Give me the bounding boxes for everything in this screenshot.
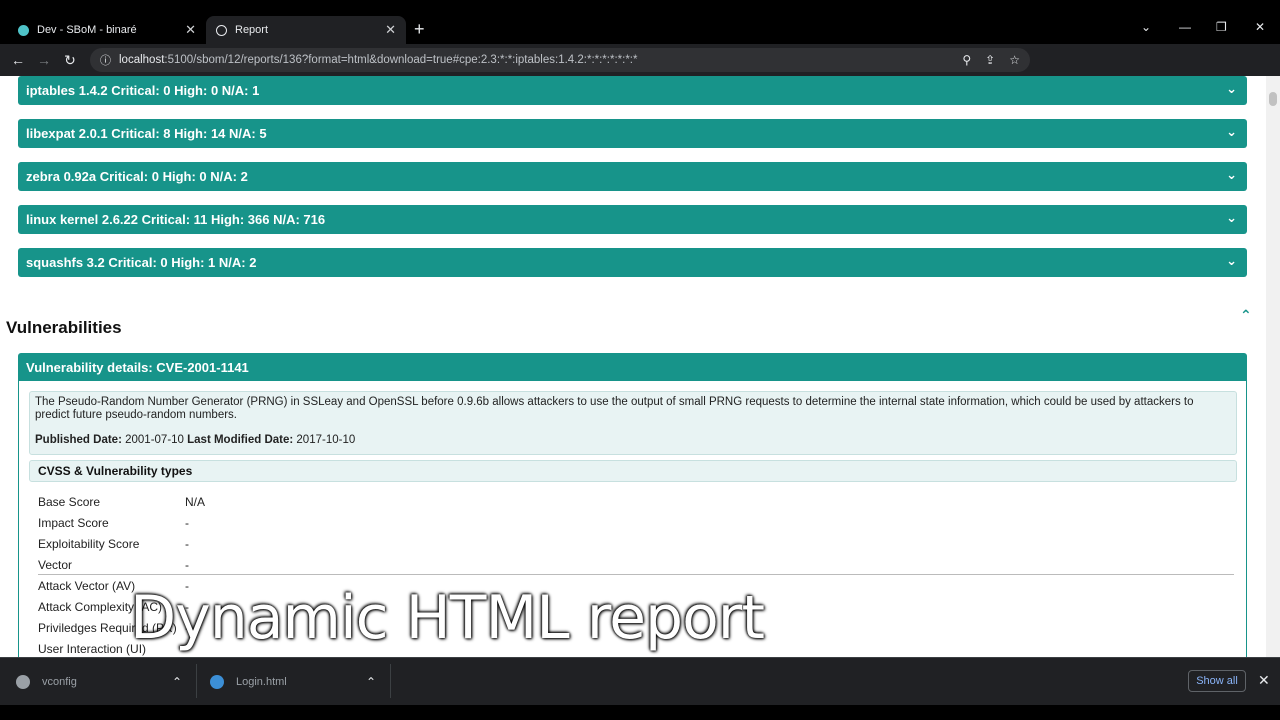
- url-text: localhost:5100/sbom/12/reports/136?forma…: [119, 54, 638, 66]
- edge-icon: [210, 675, 224, 689]
- globe-icon: [216, 24, 227, 36]
- show-all-button[interactable]: Show all: [1188, 670, 1246, 692]
- page-scrollbar[interactable]: [1266, 76, 1280, 657]
- chevron-down-icon: ⌄: [1226, 81, 1237, 96]
- report-page: iptables 1.4.2 Critical: 0 High: 0 N/A: …: [0, 76, 1280, 657]
- screen-edge: [0, 705, 1280, 720]
- cvss-section-header[interactable]: CVSS & Vulnerability types: [29, 460, 1237, 482]
- chevron-down-icon: ⌄: [1226, 253, 1237, 268]
- component-label: zebra 0.92a Critical: 0 High: 0 N/A: 2: [26, 169, 248, 184]
- chevron-down-icon: ⌄: [1226, 124, 1237, 139]
- app-favicon-icon: [18, 24, 29, 36]
- component-accordion-zebra[interactable]: zebra 0.92a Critical: 0 High: 0 N/A: 2 ⌄: [18, 162, 1247, 191]
- chevron-up-icon[interactable]: ⌃: [366, 675, 376, 689]
- component-accordion-libexpat[interactable]: libexpat 2.0.1 Critical: 8 High: 14 N/A:…: [18, 119, 1247, 148]
- chevron-up-icon[interactable]: ⌃: [172, 675, 182, 689]
- tab-title: Report: [235, 24, 269, 36]
- component-label: squashfs 3.2 Critical: 0 High: 1 N/A: 2: [26, 255, 257, 270]
- new-tab-icon[interactable]: +: [414, 19, 425, 40]
- divider: [38, 574, 1234, 575]
- close-tab-icon[interactable]: ✕: [385, 22, 396, 38]
- browser-toolbar: ← → ↻ ⓘ localhost:5100/sbom/12/reports/1…: [0, 44, 1280, 111]
- download-name: vconfig: [42, 676, 77, 688]
- browser-window: Dev - SBoM - binaré ✕ Report ✕ + ⌄ — ❐ ✕…: [0, 0, 1280, 720]
- table-row: Vector -: [38, 558, 189, 572]
- back-icon[interactable]: ←: [5, 52, 31, 68]
- published-label: Published Date:: [35, 434, 122, 446]
- description-text: The Pseudo-Random Number Generator (PRNG…: [35, 396, 1194, 421]
- video-caption: Dynamic HTML report: [130, 583, 765, 653]
- downloads-bar: vconfig ⌃ Login.html ⌃ Show all ✕: [0, 657, 1280, 705]
- chevron-up-icon[interactable]: ⌃: [1240, 307, 1252, 324]
- download-item-login[interactable]: Login.html ⌃: [210, 672, 380, 692]
- chevron-down-icon: ⌄: [1226, 210, 1237, 225]
- description-box: The Pseudo-Random Number Generator (PRNG…: [29, 391, 1237, 455]
- dates-line: Published Date: 2001-07-10 Last Modified…: [35, 434, 355, 447]
- close-tab-icon[interactable]: ✕: [185, 22, 196, 38]
- modified-label: Last Modified Date:: [187, 434, 294, 446]
- component-accordion-linux-kernel[interactable]: linux kernel 2.6.22 Critical: 11 High: 3…: [18, 205, 1247, 234]
- table-row: Impact Score -: [38, 516, 189, 530]
- file-icon: [16, 675, 30, 689]
- close-icon[interactable]: ✕: [1258, 672, 1270, 689]
- divider: [196, 664, 197, 698]
- published-value: 2001-07-10: [125, 434, 184, 446]
- tab-dev-sbom[interactable]: Dev - SBoM - binaré ✕: [8, 16, 206, 44]
- component-label: iptables 1.4.2 Critical: 0 High: 0 N/A: …: [26, 83, 260, 98]
- tab-search-icon[interactable]: ⌄: [1141, 20, 1151, 34]
- table-row: Base Score N/A: [38, 495, 206, 509]
- zoom-icon[interactable]: ⚲: [962, 53, 971, 67]
- component-label: libexpat 2.0.1 Critical: 8 High: 14 N/A:…: [26, 126, 267, 141]
- address-bar[interactable]: ⓘ localhost:5100/sbom/12/reports/136?for…: [90, 48, 1030, 72]
- close-window-icon[interactable]: ✕: [1255, 20, 1265, 34]
- tab-strip: Dev - SBoM - binaré ✕ Report ✕ + ⌄ — ❐ ✕: [0, 0, 1280, 44]
- reload-icon[interactable]: ↻: [57, 52, 83, 69]
- download-name: Login.html: [236, 676, 287, 688]
- maximize-icon[interactable]: ❐: [1216, 20, 1227, 34]
- download-item-vconfig[interactable]: vconfig ⌃: [16, 672, 186, 692]
- minimize-icon[interactable]: —: [1179, 20, 1191, 34]
- forward-icon[interactable]: →: [31, 52, 57, 68]
- vulnerabilities-heading: Vulnerabilities: [6, 318, 122, 337]
- table-row: Exploitability Score -: [38, 537, 189, 551]
- vulnerability-details-header[interactable]: Vulnerability details: CVE-2001-1141: [18, 353, 1247, 381]
- tab-title: Dev - SBoM - binaré: [37, 24, 137, 36]
- scrollbar-thumb[interactable]: [1269, 92, 1277, 106]
- chevron-down-icon: ⌄: [1226, 167, 1237, 182]
- bookmark-star-icon[interactable]: ☆: [1009, 53, 1020, 67]
- tab-report[interactable]: Report ✕: [206, 16, 406, 44]
- component-label: linux kernel 2.6.22 Critical: 11 High: 3…: [26, 212, 326, 227]
- share-icon[interactable]: ⇪: [985, 53, 995, 67]
- modified-value: 2017-10-10: [296, 434, 356, 446]
- component-accordion-squashfs[interactable]: squashfs 3.2 Critical: 0 High: 1 N/A: 2 …: [18, 248, 1247, 277]
- divider: [390, 664, 391, 698]
- site-info-icon[interactable]: ⓘ: [100, 52, 111, 68]
- component-accordion-iptables[interactable]: iptables 1.4.2 Critical: 0 High: 0 N/A: …: [18, 76, 1247, 105]
